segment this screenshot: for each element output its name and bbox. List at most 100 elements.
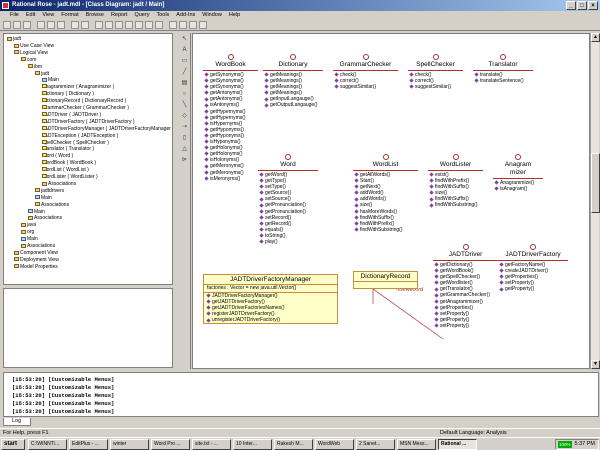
browse-class-icon[interactable] — [95, 21, 103, 29]
new-icon[interactable] — [3, 21, 11, 29]
tree-item[interactable]: com — [21, 57, 36, 63]
class-jadtdriverfactorymanager[interactable]: JADTDriverFactoryManager factories : Vect… — [203, 274, 338, 325]
class-wordbook[interactable]: WordBook getSynonyms() getSynonyms() getSyn… — [203, 54, 258, 182]
tree-item[interactable]: java — [21, 222, 36, 228]
tree-item[interactable]: JADTException ( JADTException ) — [42, 132, 118, 139]
tree-item[interactable]: WordLister ( WordLister ) — [42, 174, 98, 180]
class-tool-icon[interactable]: ▤ — [180, 79, 189, 88]
browse-usecase-icon[interactable] — [105, 21, 113, 29]
tree-item[interactable]: jadt — [7, 36, 21, 42]
tree-item[interactable]: jadt — [35, 71, 49, 77]
tree-item[interactable]: Anagrammizer ( Anagrammizer ) — [42, 84, 114, 90]
close-button[interactable]: × — [588, 1, 598, 10]
menu-file[interactable]: File — [10, 11, 19, 20]
tree-item[interactable]: Associations — [35, 202, 69, 208]
taskbar-window-button[interactable]: MSN Mess... — [397, 439, 436, 450]
operation[interactable]: play() — [260, 239, 318, 245]
tree-item[interactable]: DictionaryRecord ( DictionaryRecord ) — [42, 98, 126, 104]
log-window[interactable]: [15:53:20] [Customizable Menus] [15:53:20… — [3, 372, 599, 417]
fit-window-icon[interactable] — [189, 21, 197, 29]
browse-previous-icon[interactable] — [155, 21, 163, 29]
taskbar-window-button[interactable]: Rational ... — [438, 439, 477, 450]
scroll-thumb[interactable] — [591, 153, 600, 213]
anchor-note-tool-icon[interactable]: ╱ — [180, 68, 189, 77]
tree-item[interactable]: Dictionary ( Dictionary ) — [42, 91, 94, 97]
class-dictionary[interactable]: Dictionary getMeanings() getMeanings() getM… — [263, 54, 323, 109]
minimize-button[interactable]: _ — [566, 1, 576, 10]
taskbar-window-button[interactable]: C:\WINNT\... — [28, 439, 67, 450]
paste-icon[interactable] — [57, 21, 65, 29]
tree-item[interactable]: Main — [21, 236, 38, 242]
class-anagram[interactable]: Anagram mizer Anagrammize() isAnagram() — [493, 154, 543, 192]
menu-query[interactable]: Query — [134, 11, 149, 20]
copy-icon[interactable] — [47, 21, 55, 29]
text-box-tool-icon[interactable]: A — [180, 46, 189, 55]
tree-item[interactable]: Word ( Word ) — [42, 153, 73, 159]
class-driverfactory[interactable]: JADTDriverFactory getFactoryName() createJ… — [498, 244, 568, 292]
class-dictionaryrecord[interactable]: DictionaryRecord — [353, 271, 418, 289]
diagram-vertical-scrollbar[interactable]: ▲ ▼ — [590, 33, 600, 369]
tree-item[interactable]: Associations — [21, 243, 55, 249]
interface-tool-icon[interactable]: ○ — [180, 90, 189, 99]
tree-item[interactable]: Main — [35, 195, 52, 201]
tree-item[interactable]: Associations — [42, 181, 76, 187]
maximize-button[interactable]: □ — [577, 1, 587, 10]
model-browser-tree[interactable]: jadt Use Case View Logical View com ibm jadt M… — [3, 33, 173, 285]
tree-item[interactable]: Translator ( Translator ) — [42, 146, 94, 152]
operation[interactable]: translateSentence() — [475, 78, 533, 84]
realize-tool-icon[interactable]: ⊳ — [180, 156, 189, 165]
help-icon[interactable] — [81, 21, 89, 29]
note-tool-icon[interactable]: ▭ — [180, 57, 189, 66]
open-icon[interactable] — [13, 21, 21, 29]
tree-item[interactable]: Component View — [14, 250, 58, 256]
operation[interactable]: getOutputLangauge() — [265, 102, 323, 108]
tree-item[interactable]: Main — [42, 77, 59, 83]
log-tab[interactable]: Log — [3, 418, 31, 426]
class-translator[interactable]: Translator translate() translateSentence() — [473, 54, 533, 84]
dependency-tool-icon[interactable]: ⇢ — [180, 123, 189, 132]
taskbar-window-button[interactable]: 2 Sanet... — [356, 439, 395, 450]
menu-window[interactable]: Window — [202, 11, 222, 20]
tree-item[interactable]: JADTDriverFactory ( JADTDriverFactory ) — [42, 118, 135, 125]
tree-item[interactable]: Model Properties — [14, 264, 58, 270]
title-bar[interactable]: Rational Rose - jadt.mdl - [Class Diagra… — [0, 0, 600, 11]
pane-splitter[interactable] — [174, 33, 177, 369]
menu-tools[interactable]: Tools — [156, 11, 169, 20]
class-driver[interactable]: JADTDriver getDictionary() getWordBook() ge… — [433, 244, 498, 329]
tree-item[interactable]: jadtdrivers — [35, 188, 64, 194]
operation[interactable]: findWithSubstring() — [355, 227, 418, 233]
taskbar-window-button[interactable]: site.txt - ... — [192, 439, 231, 450]
menu-addins[interactable]: Add-Ins — [176, 11, 195, 20]
tree-item[interactable]: ibm — [28, 64, 42, 70]
tree-item[interactable]: JADTDriverFactoryManager ( JADTDriverFac… — [42, 125, 172, 132]
browse-component-icon[interactable] — [115, 21, 123, 29]
taskbar-window-button[interactable]: EditPlus - ... — [69, 439, 108, 450]
undo-fit-icon[interactable] — [199, 21, 207, 29]
documentation-pane[interactable] — [3, 288, 173, 368]
taskbar-window-button[interactable]: WordWeb — [315, 439, 354, 450]
class-word[interactable]: Word getWord() getType() setType() getSource… — [258, 154, 318, 245]
package-tool-icon[interactable]: ▯ — [180, 134, 189, 143]
tree-item[interactable]: Deployment View — [14, 257, 59, 263]
taskbar-window-button[interactable]: winter — [110, 439, 149, 450]
operation[interactable]: isMeronyms() — [205, 176, 258, 182]
tree-item[interactable]: org — [21, 229, 34, 235]
cut-icon[interactable] — [37, 21, 45, 29]
zoom-out-icon[interactable] — [179, 21, 187, 29]
tree-item[interactable]: Use Case View — [14, 43, 54, 49]
browse-state-icon[interactable] — [125, 21, 133, 29]
operation[interactable]: getGrammarChecker() — [435, 292, 498, 298]
aggregation-tool-icon[interactable]: ◇ — [180, 112, 189, 121]
tree-item[interactable]: Logical View — [14, 50, 48, 56]
start-button[interactable]: start — [1, 439, 25, 450]
operation[interactable]: findWithSubstring() — [430, 202, 483, 208]
operation[interactable]: suggestSimilar() — [410, 84, 463, 90]
scroll-down-icon[interactable]: ▼ — [591, 360, 600, 369]
print-icon[interactable] — [71, 21, 79, 29]
class-wordlister[interactable]: WordLister exist() findWithPrefix() findWit… — [428, 154, 483, 209]
menu-edit[interactable]: Edit — [26, 11, 35, 20]
operation[interactable]: unregisterJADTDriverFactory() — [204, 317, 337, 323]
tree-item[interactable]: Main — [28, 209, 45, 215]
browse-parent-icon[interactable] — [145, 21, 153, 29]
class-diagram-canvas[interactable]: -theRecord WordBook getSynonyms() getSynon… — [192, 33, 590, 369]
